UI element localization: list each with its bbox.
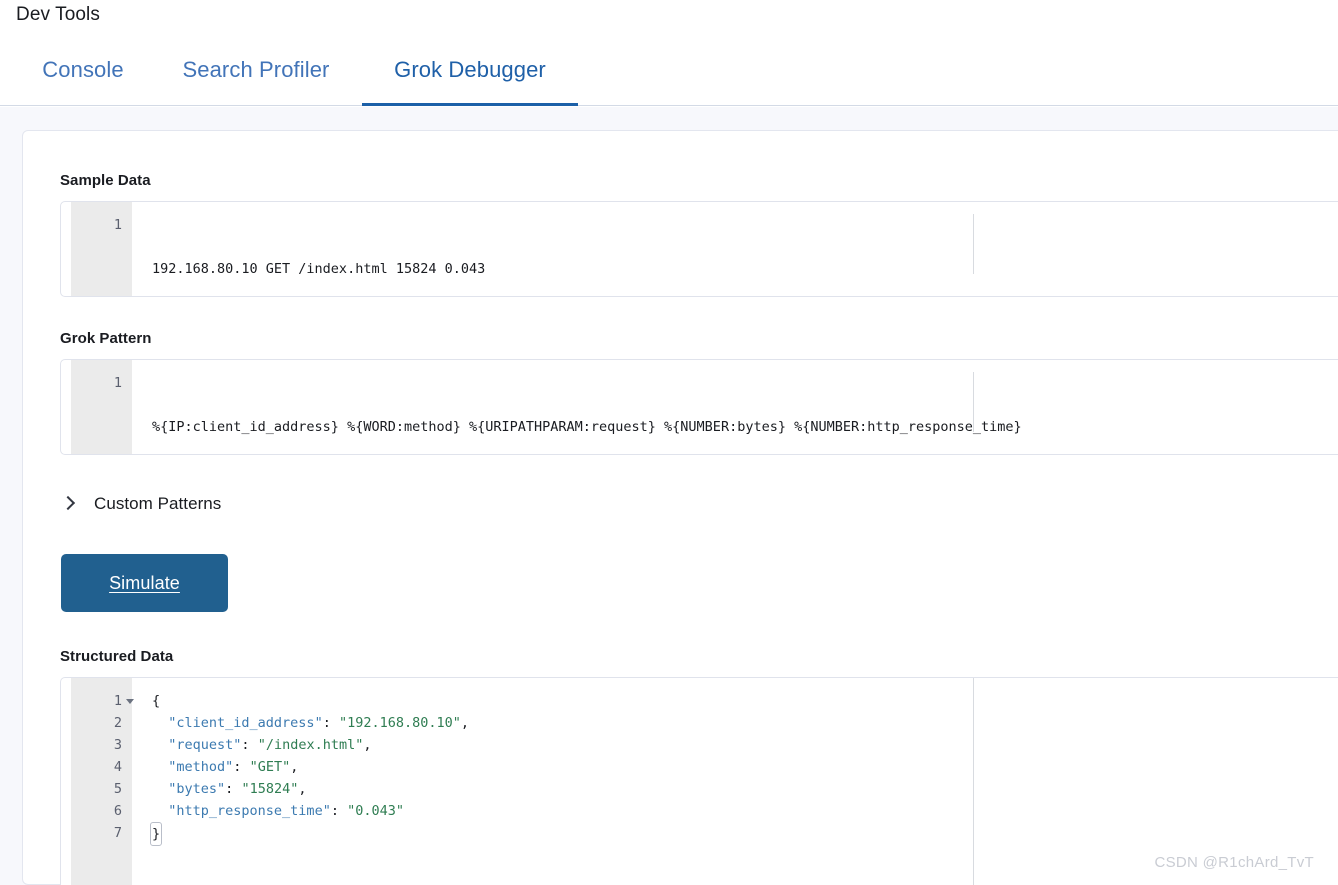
json-key: "client_id_address" xyxy=(168,715,323,731)
json-separator: : xyxy=(225,781,242,797)
tab-console-label: Console xyxy=(42,57,124,82)
code-line: "bytes": "15824", xyxy=(152,778,1338,800)
structured-data-code[interactable]: { "client_id_address": "192.168.80.10", … xyxy=(132,690,1338,885)
line-number: 7 xyxy=(113,825,122,841)
json-open-brace: { xyxy=(152,693,161,709)
json-key: "http_response_time" xyxy=(168,803,331,819)
line-number: 5 xyxy=(113,781,122,797)
structured-data-label: Structured Data xyxy=(60,648,174,665)
code-line: 192.168.80.10 GET /index.html 15824 0.04… xyxy=(152,261,486,277)
json-separator: : xyxy=(330,803,348,819)
code-line: "http_response_time": "0.043" xyxy=(152,800,1338,822)
line-number: 1 xyxy=(113,217,122,233)
json-key: "request" xyxy=(168,737,242,753)
json-value: "GET" xyxy=(249,759,291,775)
tab-bar: Console Search Profiler Grok Debugger xyxy=(0,46,1338,106)
json-value: "15824" xyxy=(241,781,299,797)
chevron-right-icon xyxy=(60,495,78,513)
code-line: { xyxy=(152,690,1338,712)
tab-grok-debugger-label: Grok Debugger xyxy=(394,57,546,82)
json-comma: , xyxy=(290,759,299,775)
json-comma: , xyxy=(298,781,307,797)
grok-pattern-label: Grok Pattern xyxy=(60,330,152,347)
tab-search-profiler-label: Search Profiler xyxy=(182,57,330,82)
grok-pattern-editor[interactable]: 1 %{IP:client_id_address} %{WORD:method}… xyxy=(60,359,1338,455)
line-number: 1 xyxy=(113,375,122,391)
json-comma: , xyxy=(363,737,372,753)
code-line: "request": "/index.html", xyxy=(152,734,1338,756)
json-key: "method" xyxy=(168,759,234,775)
simulate-button[interactable]: Simulate xyxy=(61,554,228,612)
sample-data-code[interactable]: 192.168.80.10 GET /index.html 15824 0.04… xyxy=(132,214,1338,296)
custom-patterns-accordion[interactable]: Custom Patterns xyxy=(60,487,221,521)
json-separator: : xyxy=(233,759,250,775)
sample-data-label: Sample Data xyxy=(60,172,151,189)
page-title: Dev Tools xyxy=(16,4,100,25)
custom-patterns-label: Custom Patterns xyxy=(94,494,222,513)
code-line: "method": "GET", xyxy=(152,756,1338,778)
dev-tools-app: Dev Tools Console Search Profiler Grok D… xyxy=(0,0,1338,885)
json-value: "0.043" xyxy=(347,803,404,819)
json-key: "bytes" xyxy=(168,781,226,797)
line-number: 3 xyxy=(113,737,122,753)
json-comma: , xyxy=(460,715,470,731)
grok-debugger-panel: Sample Data 1 192.168.80.10 GET /index.h… xyxy=(22,130,1338,885)
line-number: 2 xyxy=(113,715,122,731)
grok-pattern-code[interactable]: %{IP:client_id_address} %{WORD:method} %… xyxy=(132,372,1338,454)
json-close-brace: } xyxy=(150,822,163,846)
json-value: "/index.html" xyxy=(257,737,364,753)
code-line: %{IP:client_id_address} %{WORD:method} %… xyxy=(152,419,1022,435)
grok-pattern-gutter: 1 xyxy=(71,360,132,454)
code-line: } xyxy=(150,822,1338,846)
tab-console[interactable]: Console xyxy=(16,46,150,106)
line-number: 1 xyxy=(71,690,134,712)
sample-data-gutter: 1 xyxy=(71,202,132,296)
structured-data-gutter: 1 2 3 4 5 6 7 xyxy=(71,678,134,885)
code-line: "client_id_address": "192.168.80.10", xyxy=(152,712,1338,734)
line-number: 6 xyxy=(113,803,122,819)
json-separator: : xyxy=(241,737,258,753)
structured-data-editor[interactable]: 1 2 3 4 5 6 7 { "client_id_address": "19… xyxy=(60,677,1338,885)
line-number: 4 xyxy=(113,759,122,775)
sample-data-editor[interactable]: 1 192.168.80.10 GET /index.html 15824 0.… xyxy=(60,201,1338,297)
tab-grok-debugger[interactable]: Grok Debugger xyxy=(362,46,578,106)
tab-search-profiler[interactable]: Search Profiler xyxy=(150,46,362,106)
json-separator: : xyxy=(322,715,339,731)
json-value: "192.168.80.10" xyxy=(338,715,461,731)
